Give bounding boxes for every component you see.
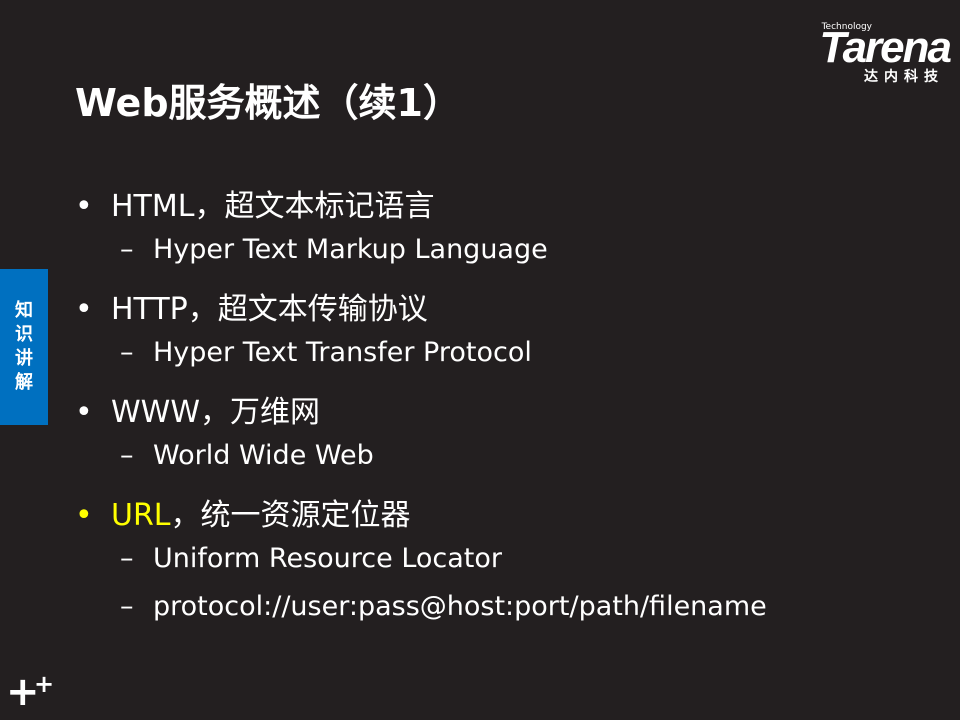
- plus-icon: + +: [6, 669, 55, 715]
- side-tab-knowledge: 知 识 讲 解: [0, 269, 48, 425]
- sub-bullet: – Hyper Text Transfer Protocol: [120, 337, 532, 368]
- side-char: 解: [15, 372, 33, 393]
- side-char: 识: [15, 324, 33, 345]
- sub-bullet: – protocol://user:pass@host:port/path/fil…: [120, 591, 767, 622]
- tarena-logo: Technology Tarena 达内科技: [780, 22, 952, 86]
- sub-bullet: – World Wide Web: [120, 440, 374, 471]
- logo-tech: Technology: [821, 22, 872, 32]
- bullet-www: • WWW，万维网: [75, 395, 320, 430]
- sub-bullet: – Uniform Resource Locator: [120, 543, 502, 574]
- side-char: 讲: [15, 348, 33, 369]
- bullet-http: • HTTP，超文本传输协议: [75, 292, 428, 327]
- sub-bullet: – Hyper Text Markup Language: [120, 234, 548, 265]
- bullet-html: • HTML，超文本标记语言: [75, 189, 435, 224]
- bullet-url: • URL，统一资源定位器: [75, 498, 411, 533]
- slide-title: Web服务概述（续1）: [75, 81, 461, 125]
- side-char: 知: [15, 300, 33, 321]
